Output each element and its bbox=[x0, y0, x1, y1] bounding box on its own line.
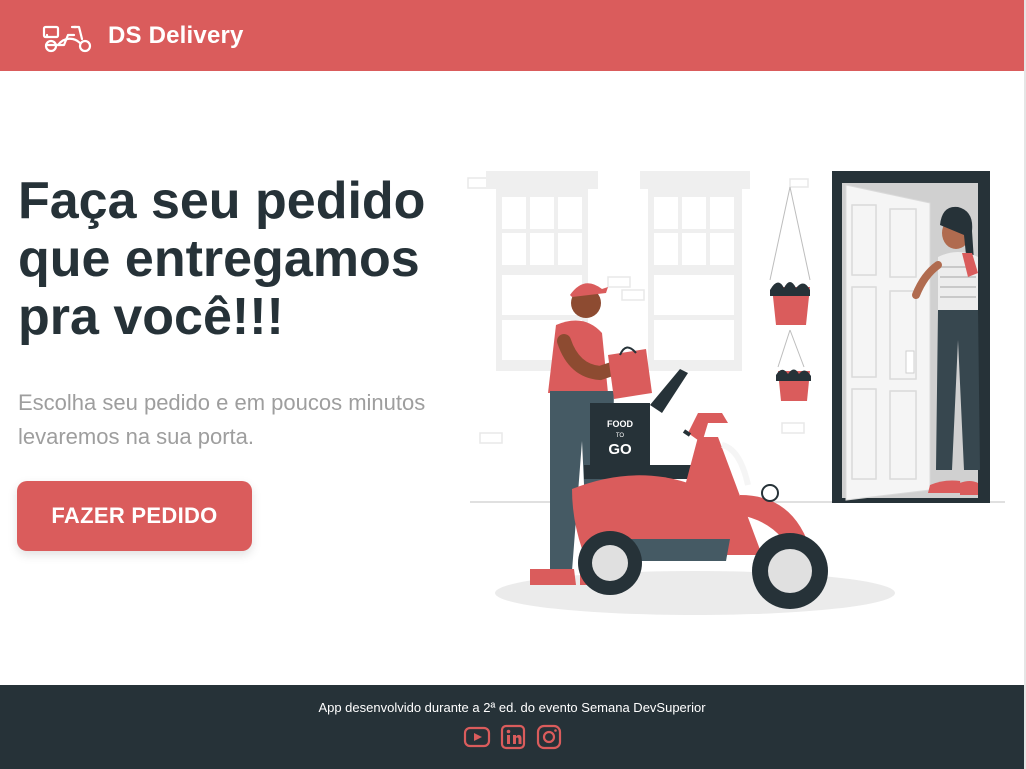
delivery-scooter-illustration: FOOD TO GO bbox=[467, 171, 1005, 615]
order-button[interactable]: FAZER PEDIDO bbox=[17, 481, 252, 551]
instagram-icon[interactable] bbox=[535, 724, 563, 750]
navbar: DS Delivery bbox=[0, 0, 1024, 71]
social-links bbox=[0, 724, 1026, 750]
box-label-to: TO bbox=[616, 433, 625, 439]
box-label-food: FOOD bbox=[607, 419, 633, 429]
youtube-icon[interactable] bbox=[463, 724, 491, 750]
footer-text: App desenvolvido durante a 2ª ed. do eve… bbox=[318, 700, 706, 715]
hero-subtitle: Escolha seu pedido e em poucos minutos l… bbox=[18, 390, 426, 449]
box-label-go: GO bbox=[608, 441, 632, 458]
scooter-icon[interactable] bbox=[42, 19, 94, 53]
app-title[interactable]: DS Delivery bbox=[108, 22, 244, 50]
hero-title: Faça seu pedido que entregamos pra você!… bbox=[18, 172, 426, 346]
linkedin-icon[interactable] bbox=[499, 724, 527, 750]
